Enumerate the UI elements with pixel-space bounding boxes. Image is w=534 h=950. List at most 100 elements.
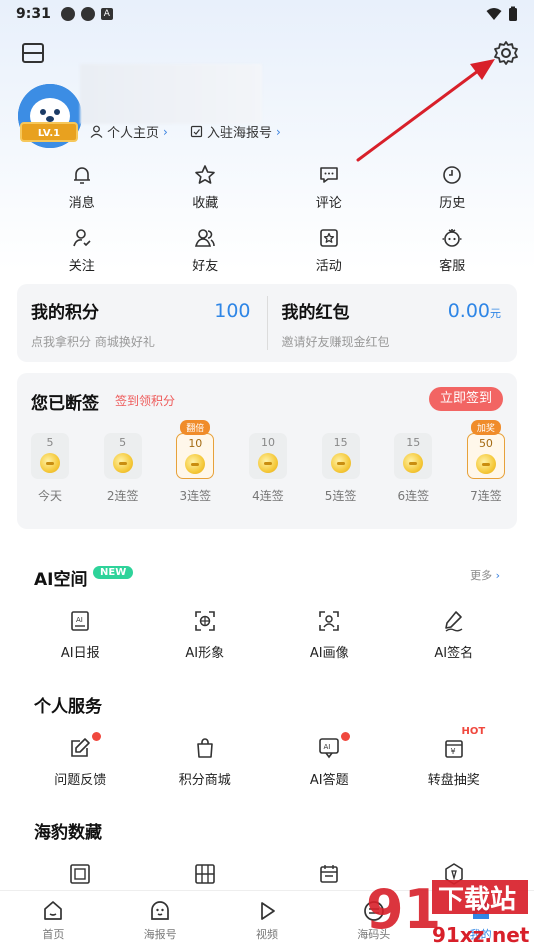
grid-item-favorites[interactable]: 收藏	[144, 160, 268, 223]
ai-daily-icon: AI	[71, 611, 90, 631]
grid-label: 好友	[192, 259, 219, 274]
ai-item-label: AI签名	[434, 646, 474, 661]
settings-gear-icon[interactable]	[493, 40, 519, 66]
wallet-card: 我的积分 100 点我拿积分 商城换好礼 我的红包 0.00元 邀请好友赚现金红…	[17, 284, 517, 362]
ai-quiz-icon: AI	[319, 738, 340, 759]
calendar-icon	[320, 865, 339, 883]
signin-status-title: 您已断签	[31, 394, 99, 414]
personal-services-grid: 问题反馈 积分商城 AI AI答题 ¥ HOT 转盘抽奖	[18, 726, 517, 788]
day-tag: 翻倍	[180, 420, 211, 435]
join-poster-link[interactable]: 入驻海报号 ›	[190, 122, 281, 141]
tab-label: 首页	[42, 928, 65, 941]
app-notification-icon-2	[80, 7, 95, 21]
grid-label: 评论	[315, 196, 342, 211]
points-value: 100	[214, 300, 251, 322]
tab-label: 视频	[255, 928, 278, 941]
coin-icon	[403, 453, 424, 473]
signin-now-button[interactable]: 立即签到	[429, 387, 503, 411]
grid-item-messages[interactable]: 消息	[20, 160, 144, 223]
ai-space-grid: AI AI日报 AI形象 AI画像 AI签名	[18, 609, 516, 661]
lottery-icon: ¥	[444, 740, 463, 758]
day-points: 15	[406, 436, 421, 449]
signin-day-bonus: 翻倍 10 3连签	[176, 420, 215, 504]
ai-avatar-item[interactable]: AI形象	[143, 609, 268, 661]
more-label: 更多	[470, 569, 493, 582]
grid-item-history[interactable]: 历史	[391, 160, 515, 223]
grid-item-following[interactable]: 关注	[20, 223, 144, 286]
star-icon	[195, 165, 216, 184]
svg-text:¥: ¥	[450, 747, 455, 756]
day-points: 5	[119, 436, 127, 449]
signin-card: 您已断签 签到领积分 立即签到 5 今天 5 2连签 翻倍 10 3连签 10 …	[17, 373, 517, 529]
svg-text:AI: AI	[76, 616, 83, 624]
user-follow-icon	[72, 229, 91, 247]
signin-days: 5 今天 5 2连签 翻倍 10 3连签 10 4连签 15 5连签 15 6连…	[31, 420, 505, 504]
day-label: 5连签	[324, 489, 357, 503]
poster-icon	[151, 901, 170, 920]
ai-portrait-icon	[319, 611, 340, 631]
ai-signature-icon	[444, 611, 463, 632]
download-site-watermark: 91 下载站 91xz.net	[366, 878, 530, 947]
grid-label: 历史	[439, 196, 466, 211]
day-points: 15	[333, 436, 348, 449]
day-label: 今天	[37, 489, 62, 503]
ai-daily-item[interactable]: AI AI日报	[18, 609, 143, 661]
signin-day: 5 2连签	[103, 433, 142, 504]
notification-dot	[92, 732, 101, 741]
signin-day-bonus: 加奖 50 7连签	[466, 420, 505, 504]
ai-avatar-icon	[194, 611, 215, 631]
ai-item-label: AI画像	[309, 646, 349, 661]
red-packet-subtitle: 邀请好友赚现金红包	[281, 335, 390, 349]
day-points: 5	[46, 436, 54, 449]
signin-day: 15 6连签	[394, 433, 433, 504]
comment-icon	[319, 167, 338, 183]
grid-item-friends[interactable]: 好友	[144, 223, 268, 286]
grid-item-customer-service[interactable]: 客服	[391, 223, 515, 286]
a-notification-icon: A	[100, 8, 113, 20]
svg-text:AI: AI	[324, 743, 331, 751]
points-mall-item[interactable]: 积分商城	[143, 736, 268, 788]
service-item-label: 转盘抽奖	[427, 773, 480, 788]
watermark-domain: 91xz.net	[432, 923, 530, 947]
tab-home[interactable]: 首页	[0, 891, 107, 950]
quick-access-grid: 消息 收藏 评论 历史 关注 好友 活动 客服	[20, 160, 514, 286]
person-icon	[90, 125, 103, 138]
points-subtitle: 点我拿积分 商城换好礼	[31, 335, 155, 349]
chevron-right-icon: ›	[495, 569, 500, 582]
red-packet-unit: 元	[490, 307, 501, 320]
service-item-label: 积分商城	[178, 773, 231, 788]
tab-video[interactable]: 视频	[214, 891, 321, 950]
ai-portrait-item[interactable]: AI画像	[267, 609, 392, 661]
signin-day: 5 今天	[31, 433, 69, 504]
ai-quiz-item[interactable]: AI AI答题	[267, 732, 392, 788]
notification-dot	[341, 732, 350, 741]
day-label: 4连签	[252, 489, 284, 503]
ai-signature-item[interactable]: AI签名	[392, 609, 517, 661]
day-label: 2连签	[106, 489, 139, 503]
collection-item[interactable]	[143, 862, 268, 886]
chevron-right-icon: ›	[276, 124, 281, 139]
status-time: 9:31	[16, 6, 51, 22]
day-tag: 加奖	[470, 420, 501, 435]
collection-item[interactable]	[18, 862, 143, 886]
my-points[interactable]: 我的积分 100 点我拿积分 商城换好礼	[17, 284, 267, 362]
ai-more-link[interactable]: 更多 ›	[470, 567, 500, 583]
feedback-item[interactable]: 问题反馈	[18, 732, 143, 788]
grid-item-comments[interactable]: 评论	[267, 160, 391, 223]
coin-icon	[257, 453, 278, 473]
grid-item-activities[interactable]: 活动	[267, 223, 391, 286]
coin-icon	[40, 453, 60, 473]
activity-star-icon	[319, 229, 338, 247]
grid-label: 关注	[68, 259, 95, 274]
personal-homepage-link[interactable]: 个人主页 ›	[90, 122, 168, 141]
scan-menu-icon[interactable]	[20, 40, 46, 66]
tab-poster[interactable]: 海报号	[107, 891, 214, 950]
lottery-wheel-item[interactable]: ¥ HOT 转盘抽奖	[392, 726, 517, 788]
collections-title: 海豹数藏	[34, 823, 102, 843]
my-red-packet[interactable]: 我的红包 0.00元 邀请好友赚现金红包	[268, 284, 518, 362]
ai-item-label: AI日报	[60, 646, 100, 661]
tab-label: 海报号	[143, 928, 177, 941]
day-label: 3连签	[179, 489, 212, 503]
service-item-label: AI答题	[309, 773, 349, 788]
watermark-brand: 下载站	[438, 885, 516, 915]
